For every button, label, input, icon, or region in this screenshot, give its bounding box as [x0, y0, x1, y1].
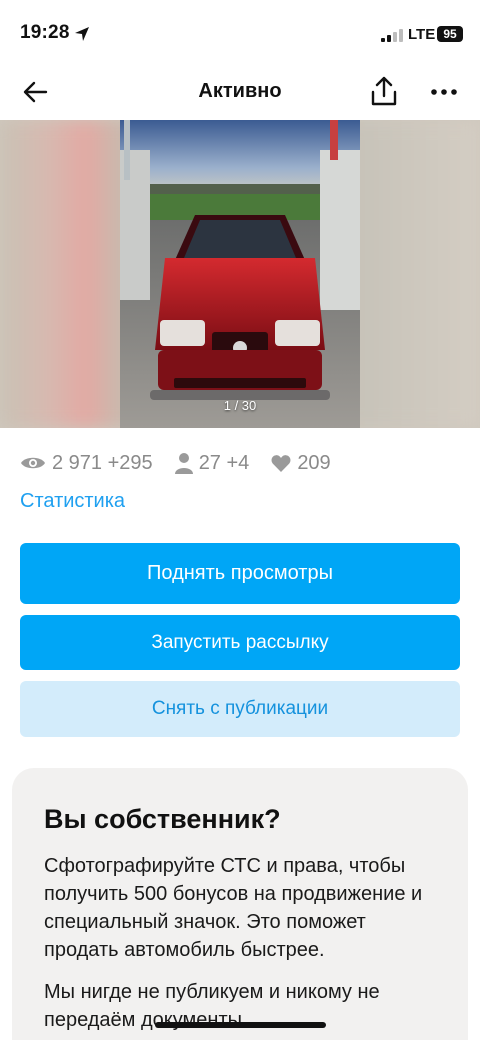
raise-views-button[interactable]: Поднять просмотры [20, 543, 460, 604]
car-photo[interactable] [120, 120, 360, 428]
page-title: Активно [198, 80, 282, 102]
contacts-count: 27 [198, 451, 221, 474]
favorites-count: 209 [297, 451, 331, 474]
contacts-delta: +4 [226, 451, 250, 474]
owner-card-text: Сфотографируйте СТС и права, чтобы получ… [44, 855, 423, 961]
share-icon[interactable] [368, 74, 400, 108]
person-icon [174, 453, 193, 474]
unpublish-button[interactable]: Снять с публикации [20, 681, 460, 737]
photo-gallery[interactable]: 1 / 30 [0, 120, 480, 428]
listing-stats: 2 971 +295 27 +4 209 [20, 450, 353, 476]
navigation-bar: Активно [0, 64, 480, 120]
favorites-stat: 209 [271, 451, 331, 475]
battery-level: 95 [443, 27, 457, 41]
views-stat: 2 971 +295 [20, 452, 153, 475]
photo-counter: 1 / 30 [223, 398, 257, 413]
status-time: 19:28 [20, 22, 70, 43]
contacts-stat: 27 +4 [174, 451, 250, 475]
cellular-signal-icon [381, 28, 403, 42]
network-type: LTE [408, 26, 436, 43]
heart-icon [271, 455, 291, 472]
eye-icon [21, 457, 45, 469]
start-mailing-button[interactable]: Запустить рассылку [20, 615, 460, 670]
views-count: 2 971 [52, 451, 103, 474]
statistics-link[interactable]: Статистика [20, 490, 125, 513]
battery-icon: 95 [437, 26, 463, 42]
views-delta: +295 [107, 451, 153, 474]
owner-card-title: Вы собственник? [44, 804, 281, 834]
owner-verification-card[interactable]: Вы собственник? Сфотографируйте СТС и пр… [12, 768, 468, 1040]
home-indicator[interactable] [155, 1022, 326, 1028]
status-bar: 19:28 LTE 95 [0, 0, 480, 64]
location-arrow-icon [75, 27, 89, 41]
more-icon[interactable] [428, 78, 460, 106]
